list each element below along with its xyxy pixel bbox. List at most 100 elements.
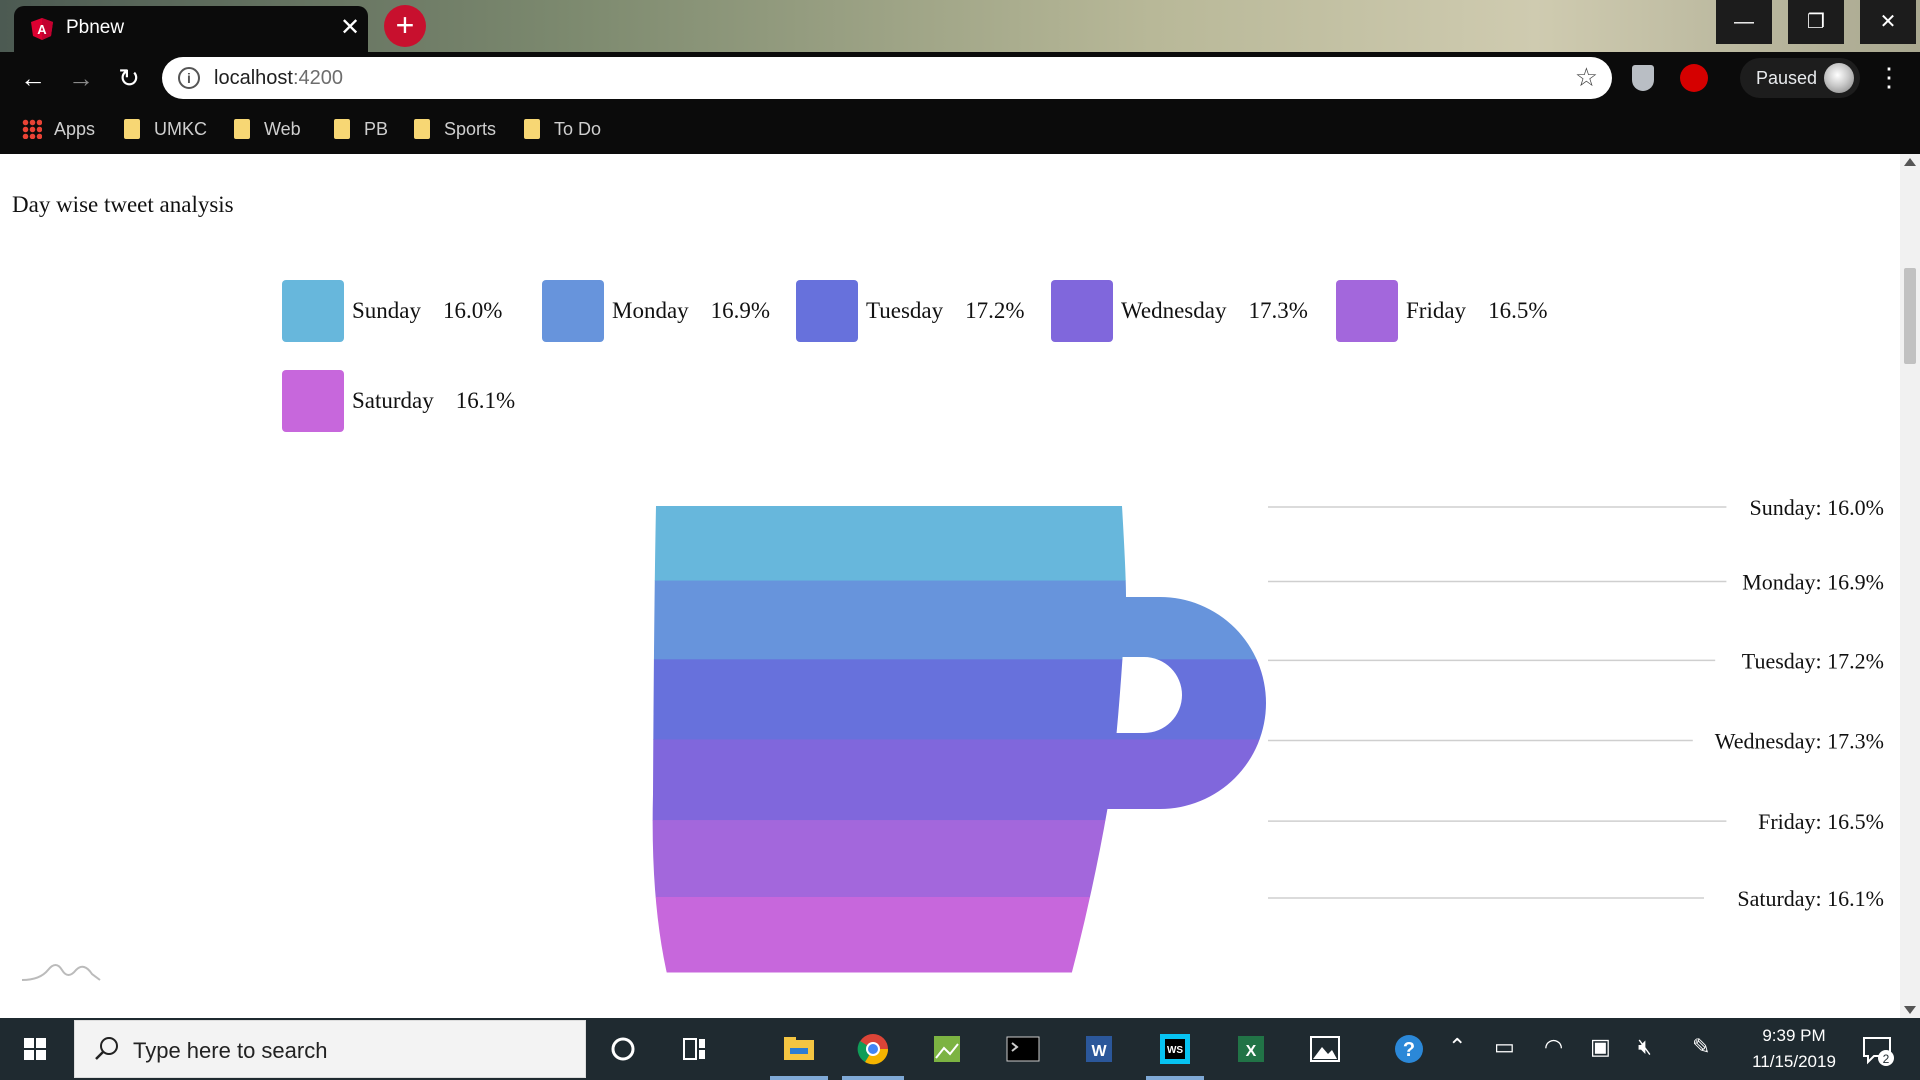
pen-icon[interactable]: ✎ (1692, 1034, 1710, 1060)
cup-slice-saturday[interactable] (600, 896, 1300, 973)
file-explorer-icon[interactable] (778, 1028, 820, 1070)
profile-status: Paused (1756, 68, 1818, 88)
chevron-up-icon[interactable]: ⌃ (1448, 1034, 1466, 1060)
forward-arrow-icon[interactable]: → (64, 61, 98, 95)
terminal-icon[interactable] (1002, 1028, 1044, 1070)
tab-close-icon[interactable]: ✕ (336, 14, 364, 42)
bookmark-pb[interactable]: PB (334, 116, 388, 142)
folder-icon (124, 119, 140, 139)
bookmark-sports[interactable]: Sports (414, 116, 496, 142)
help-icon[interactable]: ? (1388, 1028, 1430, 1070)
windows-start-icon[interactable] (0, 1018, 72, 1080)
vertical-scrollbar[interactable] (1900, 154, 1920, 1018)
title-bar: A Pbnew ✕ + — ❐ ✕ (0, 0, 1920, 52)
bookmark-todo[interactable]: To Do (524, 116, 601, 142)
maximize-button[interactable]: ❐ (1788, 0, 1844, 44)
browser-tab[interactable]: A Pbnew ✕ (14, 6, 368, 52)
cup-slice-friday[interactable] (600, 820, 1300, 898)
active-indicator (1146, 1076, 1204, 1080)
task-view-icon[interactable] (674, 1028, 716, 1070)
logo-icon (21, 964, 101, 981)
notification-count: 2 (1883, 1052, 1890, 1066)
display-icon[interactable]: ▣ (1590, 1034, 1611, 1060)
clock-time[interactable]: 9:39 PM (1754, 1026, 1834, 1046)
chrome-icon[interactable] (852, 1028, 894, 1070)
back-arrow-icon[interactable]: ← (16, 61, 50, 95)
svg-text:A: A (37, 22, 47, 37)
url-port: :4200 (292, 67, 343, 89)
cup-slice-tuesday[interactable] (600, 659, 1300, 740)
webstorm-icon[interactable]: WS (1154, 1028, 1196, 1070)
adblock-extension-icon[interactable] (1680, 64, 1708, 92)
page-content: Day wise tweet analysis Sunday 16.0% Monda… (0, 154, 1900, 1018)
active-indicator (770, 1076, 828, 1080)
folder-icon (234, 119, 250, 139)
bookmark-label: Web (264, 118, 301, 139)
new-tab-button[interactable]: + (384, 5, 426, 47)
address-bar[interactable]: i localhost:4200 ☆ (162, 57, 1612, 99)
slice-label-saturday: Saturday: 16.1% (1737, 886, 1884, 911)
search-icon (95, 1037, 118, 1060)
bookmark-apps[interactable]: Apps (22, 116, 95, 142)
windows-taskbar: Type here to search W WS X ? ⌃ ▭ ◠ ▣ 🔇︎ … (0, 1018, 1920, 1080)
bookmark-umkc[interactable]: UMKC (124, 116, 207, 142)
svg-text:?: ? (1403, 1039, 1415, 1061)
bookmark-label: PB (364, 118, 389, 139)
shield-extension-icon[interactable] (1632, 65, 1654, 91)
cup-layers (600, 506, 1300, 973)
bookmark-label: To Do (554, 118, 602, 139)
tab-title: Pbnew (66, 17, 125, 38)
scroll-up-arrow-icon[interactable] (1904, 158, 1916, 166)
bookmark-star-icon[interactable]: ☆ (1575, 62, 1598, 93)
svg-text:X: X (1246, 1043, 1257, 1060)
cup-chart: Sunday: 16.0% Monday: 16.9% Tuesday: 17.2%… (21, 495, 1884, 981)
svg-text:W: W (1091, 1043, 1107, 1060)
bookmarks-bar: Apps UMKC Web PB Sports To Do (0, 104, 1920, 154)
slice-labels: Sunday: 16.0% Monday: 16.9% Tuesday: 17.2%… (1268, 495, 1884, 911)
apps-grid-icon (22, 119, 42, 139)
minimize-button[interactable]: — (1716, 0, 1772, 44)
folder-icon (524, 119, 540, 139)
avatar (1824, 63, 1854, 93)
url-host: localhost (214, 67, 293, 89)
bookmark-label: UMKC (154, 118, 207, 139)
cup-slice-sunday[interactable] (600, 506, 1300, 582)
slice-label-sunday: Sunday: 16.0% (1750, 495, 1884, 520)
site-info-icon[interactable]: i (178, 67, 200, 89)
close-window-button[interactable]: ✕ (1860, 0, 1916, 44)
folder-icon (334, 119, 350, 139)
search-placeholder: Type here to search (133, 1038, 328, 1063)
slice-label-tuesday: Tuesday: 17.2% (1742, 648, 1884, 673)
reload-icon[interactable]: ↻ (112, 61, 146, 95)
angular-logo-icon: A (31, 18, 53, 40)
cortana-icon[interactable] (602, 1028, 644, 1070)
chart-decoration (21, 964, 101, 981)
active-indicator (842, 1076, 904, 1080)
wifi-icon[interactable]: ◠ (1544, 1034, 1563, 1060)
excel-icon[interactable]: X (1230, 1028, 1272, 1070)
taskbar-search-box[interactable]: Type here to search (74, 1020, 586, 1078)
bookmark-label: Sports (444, 118, 497, 139)
photos-icon[interactable] (1304, 1028, 1346, 1070)
scroll-down-arrow-icon[interactable] (1904, 1006, 1916, 1014)
slice-label-wednesday: Wednesday: 17.3% (1715, 728, 1884, 753)
clock-date[interactable]: 11/15/2019 (1742, 1052, 1846, 1072)
bookmark-label: Apps (54, 118, 96, 139)
battery-icon[interactable]: ▭ (1494, 1034, 1515, 1060)
bookmark-web[interactable]: Web (234, 116, 301, 142)
menu-dots-icon[interactable]: ⋮ (1876, 62, 1902, 92)
cup-slice-monday[interactable] (600, 580, 1300, 660)
profile-button[interactable]: Paused (1740, 58, 1860, 98)
url-text[interactable]: localhost:4200 (214, 67, 343, 90)
slice-label-friday: Friday: 16.5% (1758, 809, 1884, 834)
svg-text:WS: WS (1167, 1045, 1183, 1056)
scroll-thumb[interactable] (1904, 268, 1916, 364)
word-icon[interactable]: W (1078, 1028, 1120, 1070)
cup-slice-wednesday[interactable] (600, 739, 1300, 821)
folder-icon (414, 119, 430, 139)
slice-label-monday: Monday: 16.9% (1742, 570, 1884, 595)
browser-chrome: A Pbnew ✕ + — ❐ ✕ ← → ↻ i localhost:4200… (0, 0, 1920, 154)
notifications-icon[interactable]: 2 (1856, 1028, 1898, 1070)
volume-muted-icon[interactable]: 🔇︎ (1638, 1034, 1652, 1060)
image-editor-icon[interactable] (926, 1028, 968, 1070)
